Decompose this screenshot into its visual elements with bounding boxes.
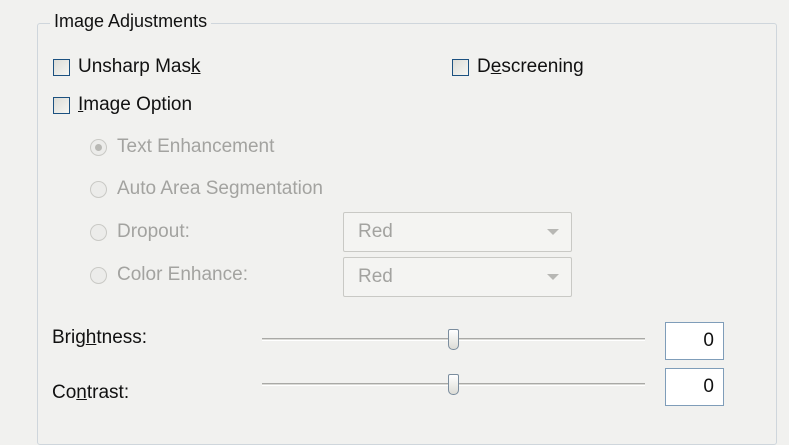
- image-option-label: Image Option: [78, 94, 193, 115]
- color-enhance-dropdown[interactable]: Red: [343, 257, 572, 297]
- chevron-down-icon[interactable]: [547, 274, 559, 280]
- checkbox-box[interactable]: [53, 58, 70, 76]
- descreening-checkbox[interactable]: Descreening: [452, 56, 584, 78]
- contrast-value-field[interactable]: 0: [665, 368, 724, 406]
- auto-area-segmentation-label: Auto Area Segmentation: [117, 178, 323, 199]
- brightness-slider-thumb[interactable]: [448, 329, 459, 350]
- dropout-dropdown-value: Red: [358, 221, 393, 242]
- brightness-label: Brightness:: [52, 327, 148, 348]
- text-enhancement-label: Text Enhancement: [117, 136, 275, 157]
- text-enhancement-radio[interactable]: Text Enhancement: [90, 136, 274, 158]
- color-enhance-label: Color Enhance:: [117, 264, 248, 285]
- group-title: Image Adjustments: [50, 11, 212, 32]
- radio-button[interactable]: [90, 223, 107, 241]
- chevron-down-icon[interactable]: [547, 229, 559, 235]
- color-enhance-dropdown-value: Red: [358, 266, 393, 287]
- checkbox-box[interactable]: [452, 58, 469, 76]
- unsharp-mask-checkbox[interactable]: Unsharp Mask: [53, 56, 201, 78]
- radio-button[interactable]: [90, 266, 107, 284]
- radio-button[interactable]: [90, 180, 107, 198]
- dropout-radio[interactable]: Dropout:: [90, 221, 190, 243]
- dropout-dropdown[interactable]: Red: [343, 212, 572, 252]
- image-option-checkbox[interactable]: Image Option: [53, 94, 192, 116]
- contrast-slider-thumb[interactable]: [448, 374, 459, 395]
- dropout-label: Dropout:: [117, 221, 190, 242]
- descreening-label: Descreening: [477, 56, 584, 77]
- unsharp-mask-label: Unsharp Mask: [78, 56, 201, 77]
- brightness-value-field[interactable]: 0: [665, 322, 724, 360]
- contrast-label: Contrast:: [52, 382, 130, 403]
- color-enhance-radio[interactable]: Color Enhance:: [90, 264, 248, 286]
- auto-area-segmentation-radio[interactable]: Auto Area Segmentation: [90, 178, 323, 200]
- radio-button-selected[interactable]: [90, 138, 107, 156]
- checkbox-box[interactable]: [53, 96, 70, 114]
